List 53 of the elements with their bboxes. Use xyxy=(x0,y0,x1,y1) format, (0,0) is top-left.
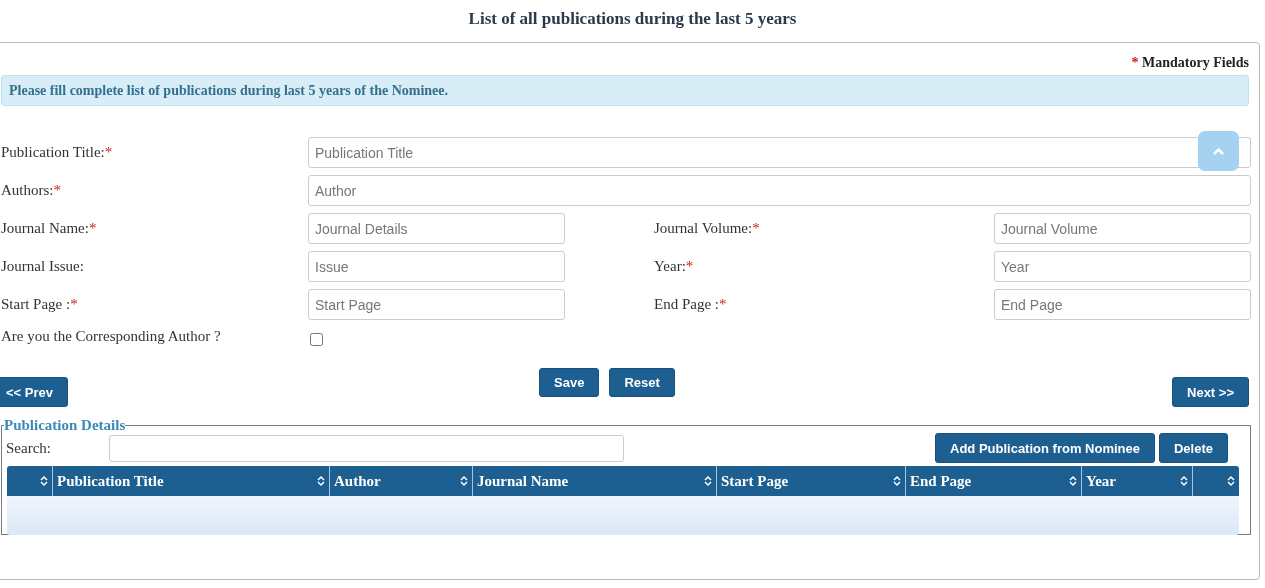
field-label: End Page : xyxy=(654,296,719,313)
column-header[interactable]: Author xyxy=(329,466,473,496)
input-field[interactable]: Author xyxy=(308,175,1251,206)
mandatory-note: * Mandatory Fields xyxy=(1131,55,1249,70)
field-label: Journal Name: xyxy=(1,220,89,237)
search-label: Search: xyxy=(6,439,52,457)
column-header[interactable]: Journal Name xyxy=(472,466,717,496)
sort-icon xyxy=(40,475,48,487)
sort-icon xyxy=(1227,475,1235,487)
field-label: Journal Issue: xyxy=(1,258,84,275)
field-label: Are you the Corresponding Author ? xyxy=(1,328,221,345)
action-button[interactable]: Delete xyxy=(1158,433,1228,463)
required-mark: * xyxy=(104,144,113,161)
sort-icon xyxy=(1180,475,1188,487)
column-header[interactable]: Publication Title xyxy=(52,466,330,496)
field-label: Journal Volume: xyxy=(654,220,753,237)
column-header[interactable]: Start Page xyxy=(716,466,906,496)
field-label: Year: xyxy=(654,258,686,275)
prev-button[interactable]: << Prev xyxy=(0,377,68,407)
sort-icon xyxy=(704,475,712,487)
sort-icon xyxy=(893,475,901,487)
column-header[interactable]: Year xyxy=(1081,466,1193,496)
search-field[interactable] xyxy=(109,434,624,462)
info-banner: Please fill complete list of publications during last 5 years of the Nominee. xyxy=(1,75,1249,106)
field-label: Authors: xyxy=(1,182,54,199)
required-mark: * xyxy=(685,258,694,275)
column-header[interactable] xyxy=(1192,466,1239,496)
chevron-up-icon xyxy=(1213,147,1224,155)
action-button[interactable]: Reset xyxy=(609,368,675,397)
column-header[interactable] xyxy=(7,466,53,496)
required-mark: * xyxy=(752,220,760,237)
sort-icon xyxy=(1069,475,1077,487)
page-title: List of all publications during the last 5 years xyxy=(467,8,798,30)
required-mark: * xyxy=(53,182,61,199)
input-field[interactable]: End Page xyxy=(994,289,1251,320)
input-field[interactable]: Journal Details xyxy=(308,213,565,244)
field-label: Publication Title: xyxy=(1,144,105,161)
input-field[interactable]: Journal Volume xyxy=(994,213,1251,244)
input-field[interactable]: Issue xyxy=(308,251,565,282)
action-button[interactable]: Save xyxy=(539,368,600,397)
action-button[interactable]: Add Publication from Nominee xyxy=(935,433,1155,463)
required-mark: * xyxy=(88,220,97,237)
checkbox[interactable] xyxy=(310,333,323,346)
field-label: Start Page : xyxy=(1,296,71,313)
required-mark: * xyxy=(70,296,78,313)
input-field[interactable]: Start Page xyxy=(308,289,565,320)
input-field[interactable]: Year xyxy=(994,251,1251,282)
input-field[interactable]: Publication Title xyxy=(308,137,1251,168)
column-header[interactable]: End Page xyxy=(905,466,1082,496)
sort-icon xyxy=(317,475,325,487)
required-mark: * xyxy=(719,296,727,313)
next-button[interactable]: Next >> xyxy=(1172,377,1249,407)
sort-icon xyxy=(460,475,468,487)
